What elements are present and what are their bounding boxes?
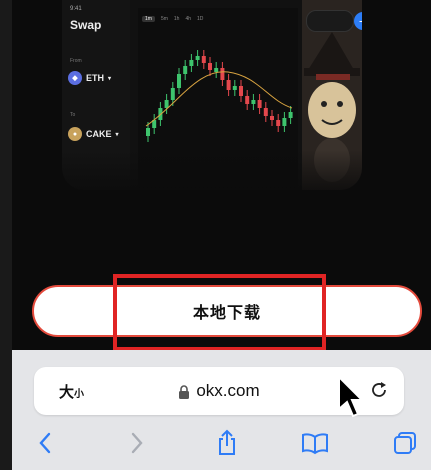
candle — [146, 128, 150, 136]
share-icon — [219, 429, 235, 455]
lock-icon — [179, 384, 190, 399]
from-label: From — [70, 58, 82, 64]
chevron-down-icon: ▾ — [115, 131, 119, 138]
candle — [232, 86, 237, 90]
candle — [276, 120, 281, 126]
candle — [263, 108, 268, 116]
candle — [226, 80, 231, 90]
to-token-label: CAKE — [86, 129, 112, 139]
cake-icon: ● — [68, 127, 82, 141]
reload-icon[interactable] — [368, 379, 390, 401]
mouse-pointer-icon — [338, 375, 364, 418]
local-download-label: 本地下载 — [192, 305, 261, 322]
swap-title: Swap — [70, 18, 102, 32]
candle — [164, 100, 169, 108]
book-icon — [302, 433, 328, 455]
candle — [195, 56, 200, 60]
preview-fade — [62, 150, 362, 200]
status-time: 9:41 — [70, 6, 82, 12]
candle — [270, 116, 274, 120]
candle — [239, 86, 243, 96]
bookmarks-button[interactable] — [300, 428, 330, 458]
candle — [208, 63, 212, 70]
candle — [189, 60, 194, 66]
candle — [251, 100, 256, 104]
candle — [257, 100, 262, 108]
chevron-down-icon: ▾ — [108, 75, 112, 82]
candle — [220, 68, 225, 80]
candle — [282, 118, 287, 126]
back-button[interactable] — [30, 428, 60, 458]
safari-toolbar — [12, 420, 431, 470]
phone-bezel — [0, 0, 12, 470]
chevron-right-icon — [131, 432, 143, 454]
url-text: okx.com — [196, 381, 260, 400]
chevron-left-icon — [39, 432, 51, 454]
candle — [170, 88, 175, 100]
eth-icon: ◆ — [68, 71, 82, 85]
candle — [177, 74, 181, 88]
share-button[interactable] — [212, 428, 242, 458]
from-token-label: ETH — [86, 73, 104, 83]
local-download-button[interactable]: 本地下载 — [32, 285, 422, 337]
phone-screen: 9:41 Swap From ◆ ETH ▾ To ● CAKE ▾ 1m 5m… — [0, 0, 431, 470]
candle — [183, 66, 188, 74]
candle — [201, 56, 206, 63]
candle — [245, 96, 250, 104]
tabs-button[interactable] — [390, 428, 420, 458]
from-token: ◆ ETH ▾ — [68, 68, 111, 88]
to-label: To — [70, 112, 76, 118]
forward-button[interactable] — [122, 428, 152, 458]
candle — [288, 112, 293, 118]
candle — [214, 68, 219, 72]
to-token: ● CAKE ▾ — [68, 124, 119, 144]
tabs-icon — [394, 432, 416, 454]
